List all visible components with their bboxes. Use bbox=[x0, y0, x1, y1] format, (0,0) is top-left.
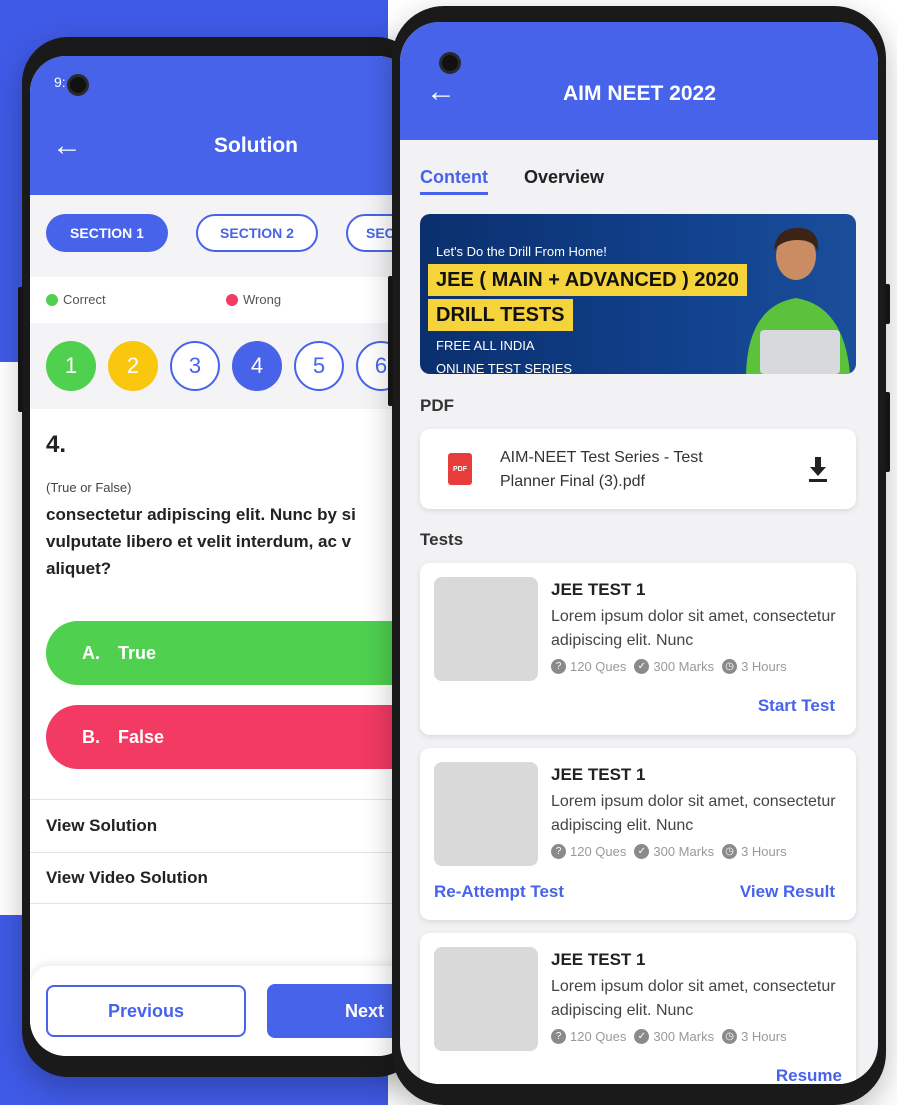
test-thumbnail bbox=[434, 947, 538, 1051]
check-icon: ✓ bbox=[634, 844, 650, 859]
test-description: Lorem ipsum dolor sit amet, consectetur … bbox=[551, 793, 836, 834]
course-header: ← AIM NEET 2022 bbox=[400, 22, 878, 140]
page-title: AIM NEET 2022 bbox=[563, 82, 716, 105]
right-phone-side-button-left bbox=[388, 276, 393, 406]
test-marks: 300 Marks bbox=[653, 844, 715, 859]
legend-wrong-label: Wrong bbox=[243, 292, 282, 307]
status-time: 9: bbox=[54, 74, 66, 90]
test-questions: 120 Ques bbox=[570, 659, 627, 674]
section-2-button[interactable]: SECTION 2 bbox=[196, 214, 318, 252]
test-hours: 3 Hours bbox=[741, 1029, 787, 1044]
wrong-dot-icon bbox=[226, 293, 238, 306]
student-illustration bbox=[746, 228, 850, 374]
right-phone-screen: ← AIM NEET 2022 Content Overview Let's D… bbox=[400, 22, 878, 1084]
right-phone-side-button-right-2 bbox=[885, 392, 890, 472]
test-thumbnail bbox=[434, 577, 538, 681]
answer-legend: Correct Wrong bbox=[30, 277, 414, 323]
test-marks: 300 Marks bbox=[653, 1029, 715, 1044]
section-1-button[interactable]: SECTION 1 bbox=[46, 214, 168, 252]
question-icon: ? bbox=[551, 659, 566, 674]
view-solution-link[interactable]: View Solution bbox=[30, 799, 414, 851]
test-meta: ? 120 Ques ✓ 300 Marks ◷ 3 Hours bbox=[551, 659, 787, 674]
option-b-label: False bbox=[118, 726, 165, 747]
test-card[interactable]: JEE TEST 1 Lorem ipsum dolor sit amet, c… bbox=[420, 933, 856, 1084]
re-attempt-test-button[interactable]: Re-Attempt Test bbox=[434, 882, 564, 902]
test-description: Lorem ipsum dolor sit amet, consectetur … bbox=[551, 608, 836, 649]
download-icon[interactable] bbox=[806, 455, 830, 483]
check-icon: ✓ bbox=[634, 659, 650, 674]
option-a-label: True bbox=[118, 642, 157, 663]
test-hours: 3 Hours bbox=[741, 844, 787, 859]
view-result-button[interactable]: View Result bbox=[740, 882, 835, 902]
pdf-section-label: PDF bbox=[420, 396, 454, 415]
test-card[interactable]: JEE TEST 1 Lorem ipsum dolor sit amet, c… bbox=[420, 563, 856, 735]
start-test-button[interactable]: Start Test bbox=[758, 696, 835, 716]
pdf-file-icon: PDF bbox=[448, 453, 472, 485]
test-hours: 3 Hours bbox=[741, 659, 787, 674]
question-icon: ? bbox=[551, 1029, 566, 1044]
tab-overview[interactable]: Overview bbox=[524, 167, 604, 188]
banner-line-1: FREE ALL INDIA bbox=[436, 338, 535, 353]
test-thumbnail bbox=[434, 762, 538, 866]
banner-headline-1: JEE ( MAIN + ADVANCED ) 2020 bbox=[428, 264, 747, 296]
promo-banner[interactable]: Let's Do the Drill From Home! JEE ( MAIN… bbox=[420, 214, 856, 374]
banner-tagline: Let's Do the Drill From Home! bbox=[436, 244, 607, 259]
clock-icon: ◷ bbox=[722, 1029, 738, 1044]
view-video-solution-link[interactable]: View Video Solution bbox=[30, 852, 414, 904]
question-number-list: 1 2 3 4 5 6 bbox=[30, 323, 414, 409]
back-arrow-icon[interactable]: ← bbox=[426, 77, 456, 107]
question-icon: ? bbox=[551, 844, 566, 859]
banner-line-2: ONLINE TEST SERIES bbox=[436, 361, 573, 374]
front-camera bbox=[439, 52, 461, 74]
solution-header: 9: ← Solution bbox=[30, 56, 414, 195]
right-phone-side-button-right-1 bbox=[885, 284, 890, 324]
question-1-button[interactable]: 1 bbox=[46, 341, 96, 391]
question-5-button[interactable]: 5 bbox=[294, 341, 344, 391]
legend-correct: Correct bbox=[46, 292, 106, 307]
tests-section-label: Tests bbox=[420, 530, 464, 549]
test-meta: ? 120 Ques ✓ 300 Marks ◷ 3 Hours bbox=[551, 844, 787, 859]
test-description: Lorem ipsum dolor sit amet, consectetur … bbox=[551, 978, 836, 1019]
bottom-navigation: Previous Next bbox=[30, 966, 414, 1056]
question-type: (True or False) bbox=[46, 480, 132, 495]
legend-correct-label: Correct bbox=[63, 292, 106, 307]
section-tabs: SECTION 1 SECTION 2 SEC bbox=[30, 195, 414, 277]
clock-icon: ◷ bbox=[722, 659, 738, 674]
test-card[interactable]: JEE TEST 1 Lorem ipsum dolor sit amet, c… bbox=[420, 748, 856, 920]
legend-wrong: Wrong bbox=[226, 292, 281, 307]
question-text: consectetur adipiscing elit. Nunc by si … bbox=[46, 505, 356, 578]
page-title: Solution bbox=[214, 134, 298, 157]
left-phone-screen: 9: ← Solution SECTION 1 SECTION 2 SEC Co… bbox=[30, 56, 414, 1056]
resume-button[interactable]: Resume bbox=[776, 1066, 842, 1084]
option-b-letter: B. bbox=[82, 726, 100, 747]
banner-headline-2: DRILL TESTS bbox=[428, 299, 573, 331]
pdf-file-name: AIM-NEET Test Series - Test Planner Fina… bbox=[500, 449, 703, 490]
question-3-button[interactable]: 3 bbox=[170, 341, 220, 391]
question-4-button[interactable]: 4 bbox=[232, 341, 282, 391]
pdf-card[interactable]: PDF AIM-NEET Test Series - Test Planner … bbox=[420, 429, 856, 509]
left-phone: 9: ← Solution SECTION 1 SECTION 2 SEC Co… bbox=[18, 37, 422, 1077]
check-icon: ✓ bbox=[634, 1029, 650, 1044]
clock-icon: ◷ bbox=[722, 844, 738, 859]
test-questions: 120 Ques bbox=[570, 844, 627, 859]
back-arrow-icon[interactable]: ← bbox=[52, 131, 82, 161]
correct-dot-icon bbox=[46, 293, 58, 306]
option-a-true[interactable]: A. True bbox=[46, 621, 414, 685]
previous-button[interactable]: Previous bbox=[46, 985, 246, 1037]
option-a-letter: A. bbox=[82, 642, 100, 663]
test-title: JEE TEST 1 bbox=[551, 580, 646, 599]
front-camera bbox=[67, 74, 89, 96]
option-b-false[interactable]: B. False bbox=[46, 705, 414, 769]
test-marks: 300 Marks bbox=[653, 659, 715, 674]
test-title: JEE TEST 1 bbox=[551, 950, 646, 969]
question-2-button[interactable]: 2 bbox=[108, 341, 158, 391]
right-phone: ← AIM NEET 2022 Content Overview Let's D… bbox=[388, 6, 890, 1105]
test-questions: 120 Ques bbox=[570, 1029, 627, 1044]
test-meta: ? 120 Ques ✓ 300 Marks ◷ 3 Hours bbox=[551, 1029, 787, 1044]
question-number: 4. bbox=[46, 431, 67, 458]
left-phone-side-button bbox=[18, 287, 23, 412]
test-title: JEE TEST 1 bbox=[551, 765, 646, 784]
tab-content[interactable]: Content bbox=[420, 167, 488, 195]
